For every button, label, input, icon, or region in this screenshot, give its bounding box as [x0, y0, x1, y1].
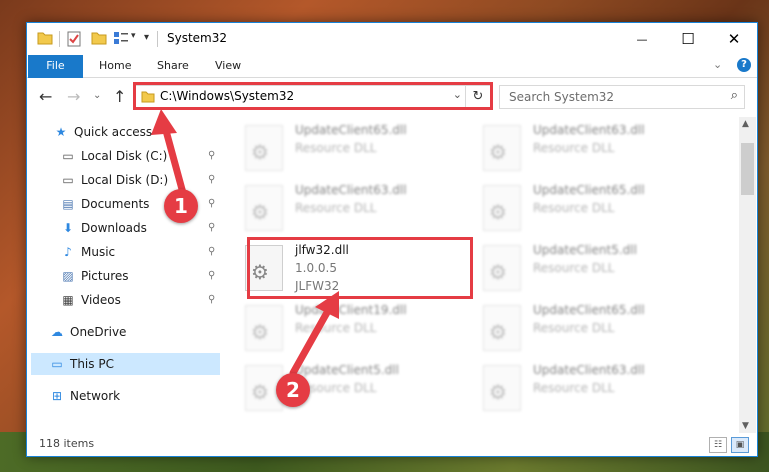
arrow-two — [289, 291, 339, 377]
callout-two: 2 — [276, 373, 310, 407]
annotation-arrows — [151, 109, 339, 377]
arrow-one — [151, 109, 187, 197]
file-explorer-window: ▾ ▾ System32 — ☐ ✕ File Home Share View … — [26, 22, 758, 457]
callout-one: 1 — [164, 189, 198, 223]
